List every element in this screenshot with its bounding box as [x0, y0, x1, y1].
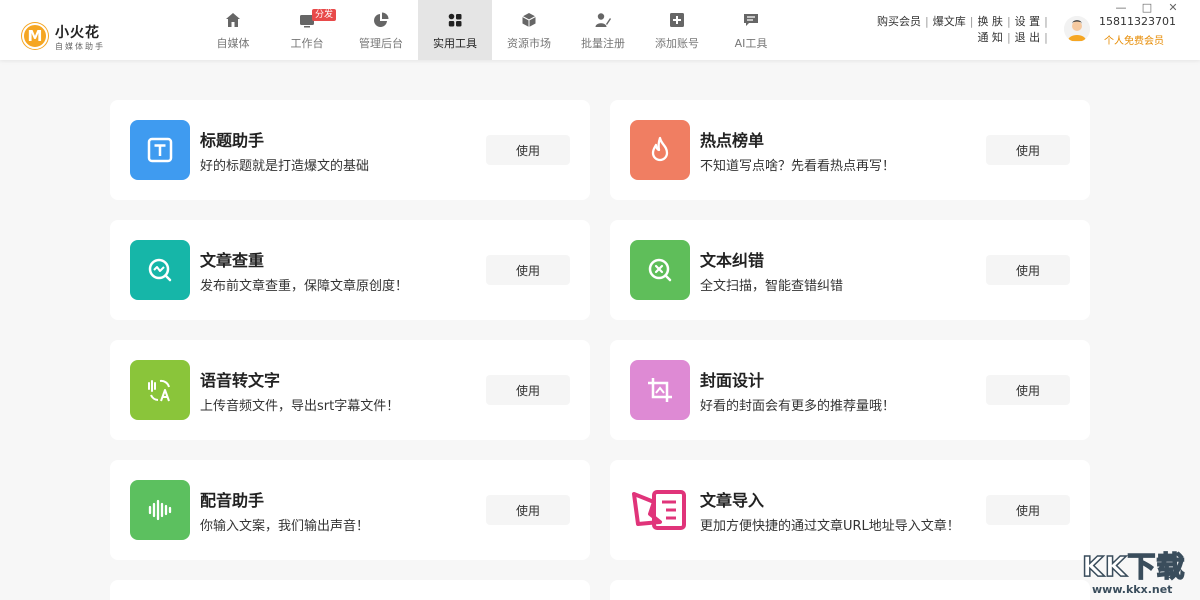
tool-description: 全文扫描，智能查错纠错	[700, 279, 844, 294]
crop-icon	[630, 360, 690, 420]
use-button[interactable]: 使用	[986, 255, 1070, 285]
plus-box-icon	[668, 11, 686, 29]
use-button[interactable]: 使用	[486, 495, 570, 525]
tool-card-partial	[610, 580, 1090, 600]
tool-title: 标题助手	[200, 131, 265, 150]
tool-card-title-helper[interactable]: 标题助手 好的标题就是打造爆文的基础 使用	[110, 100, 590, 200]
app-logo: M 小火花 自媒体助手	[22, 11, 122, 51]
nav-label: 资源市场	[507, 37, 551, 50]
minimize-button[interactable]: —	[1114, 2, 1128, 15]
use-button[interactable]: 使用	[486, 375, 570, 405]
tool-title: 文章查重	[200, 251, 265, 270]
cube-icon	[520, 11, 538, 29]
tool-description: 好的标题就是打造爆文的基础	[200, 159, 370, 174]
link-logout[interactable]: 退 出	[1012, 30, 1044, 46]
tool-card-article-import[interactable]: 文章导入 更加方便快捷的通过文章URL地址导入文章！ 使用	[610, 460, 1090, 560]
nav-item-add-account[interactable]: 添加账号	[640, 0, 714, 60]
search-check-icon	[130, 240, 190, 300]
grid-icon	[446, 11, 464, 29]
tool-description: 发布前文章查重，保障文章原创度！	[200, 279, 409, 294]
error-search-icon	[630, 240, 690, 300]
logo-badge-icon: M	[22, 23, 48, 49]
tool-title: 文本纠错	[700, 251, 765, 270]
pie-chart-icon	[372, 11, 390, 29]
nav-badge: 分发	[312, 9, 337, 21]
nav-label: 批量注册	[581, 37, 625, 50]
link-settings[interactable]: 设 置	[1012, 14, 1044, 30]
maximize-button[interactable]: □	[1140, 2, 1154, 15]
tool-description: 好看的封面会有更多的推荐量哦！	[700, 399, 896, 414]
user-edit-icon	[594, 11, 612, 29]
nav-label: 工作台	[290, 37, 324, 50]
tool-card-text-correction[interactable]: 文本纠错 全文扫描，智能查错纠错 使用	[610, 220, 1090, 320]
app-title: 小火花	[55, 25, 100, 41]
nav-item-ai-tools[interactable]: AI工具	[714, 0, 788, 60]
chat-icon	[742, 11, 760, 29]
nav-item-workbench[interactable]: 分发 工作台	[270, 0, 344, 60]
use-button[interactable]: 使用	[486, 255, 570, 285]
nav-item-media[interactable]: 自媒体	[196, 0, 270, 60]
close-button[interactable]: ✕	[1166, 2, 1180, 15]
tool-card-dubbing-helper[interactable]: 配音助手 你输入文案，我们输出声音！ 使用	[110, 460, 590, 560]
link-buy-membership[interactable]: 购买会员	[874, 14, 924, 30]
nav-item-admin[interactable]: 管理后台	[344, 0, 418, 60]
avatar[interactable]	[1064, 16, 1090, 42]
window-controls: — □ ✕	[1114, 2, 1180, 15]
nav-item-tools[interactable]: 实用工具	[418, 0, 492, 60]
waveform-icon	[130, 480, 190, 540]
membership-status[interactable]: 个人免费会员	[1104, 32, 1164, 47]
nav-label: 实用工具	[433, 37, 477, 50]
tool-title: 热点榜单	[700, 131, 765, 150]
tool-title: 文章导入	[700, 491, 765, 510]
top-bar: M 小火花 自媒体助手 自媒体 分发 工作台 管理后台 实用工具 资源市场 批量…	[0, 0, 1200, 60]
nav-label: AI工具	[734, 37, 768, 50]
tool-title: 配音助手	[200, 491, 265, 510]
use-button[interactable]: 使用	[986, 495, 1070, 525]
tool-description: 上传音频文件，导出srt字幕文件！	[200, 399, 400, 414]
watermark-url: www.kkx.net	[1092, 583, 1173, 596]
fire-icon	[630, 120, 690, 180]
tool-card-cover-design[interactable]: 封面设计 好看的封面会有更多的推荐量哦！ 使用	[610, 340, 1090, 440]
tool-description: 不知道写点啥？先看看热点再写！	[700, 159, 896, 174]
nav-item-market[interactable]: 资源市场	[492, 0, 566, 60]
user-phone: 15811323701	[1099, 15, 1176, 28]
app-subtitle: 自媒体助手	[55, 42, 105, 51]
import-icon	[630, 480, 690, 540]
tool-title: 语音转文字	[200, 371, 281, 390]
link-hot-library[interactable]: 爆文库	[930, 14, 969, 30]
use-button[interactable]: 使用	[486, 135, 570, 165]
main-nav: 自媒体 分发 工作台 管理后台 实用工具 资源市场 批量注册 添加账号 AI工具	[196, 0, 788, 60]
tools-grid: 标题助手 好的标题就是打造爆文的基础 使用 热点榜单 不知道写点啥？先看看热点再…	[0, 60, 1200, 600]
voice-to-text-icon	[130, 360, 190, 420]
nav-label: 添加账号	[655, 37, 699, 50]
tool-title: 封面设计	[700, 371, 765, 390]
watermark-logo: KK下载	[1081, 549, 1186, 584]
tool-card-speech-to-text[interactable]: 语音转文字 上传音频文件，导出srt字幕文件！ 使用	[110, 340, 590, 440]
tool-description: 更加方便快捷的通过文章URL地址导入文章！	[700, 519, 960, 534]
tool-card-plagiarism-check[interactable]: 文章查重 发布前文章查重，保障文章原创度！ 使用	[110, 220, 590, 320]
link-skin[interactable]: 换 肤	[974, 14, 1006, 30]
tool-card-partial	[110, 580, 590, 600]
title-icon	[130, 120, 190, 180]
user-links: 购买会员 | 爆文库 | 换 肤 | 设 置 | 通 知 | 退 出 |	[874, 14, 1049, 46]
nav-label: 自媒体	[216, 37, 250, 50]
use-button[interactable]: 使用	[986, 375, 1070, 405]
link-notifications[interactable]: 通 知	[974, 30, 1006, 46]
nav-label: 管理后台	[359, 37, 403, 50]
tool-description: 你输入文案，我们输出声音！	[200, 519, 370, 534]
watermark: KK下载 www.kkx.net	[1081, 545, 1200, 600]
use-button[interactable]: 使用	[986, 135, 1070, 165]
home-icon	[224, 11, 242, 29]
tool-card-hot-list[interactable]: 热点榜单 不知道写点啥？先看看热点再写！ 使用	[610, 100, 1090, 200]
nav-item-batch-register[interactable]: 批量注册	[566, 0, 640, 60]
